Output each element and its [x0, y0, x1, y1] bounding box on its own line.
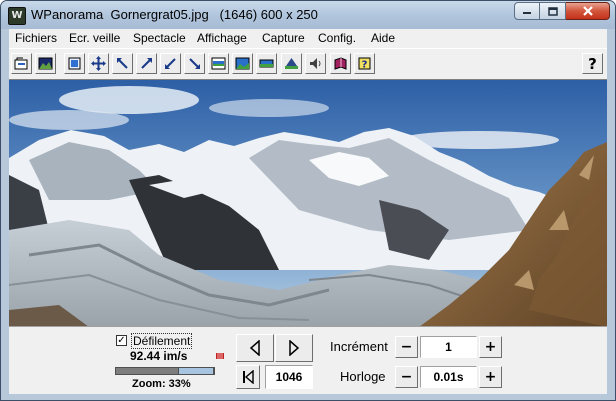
- landscape-button[interactable]: [281, 53, 302, 74]
- playback-controls: ✓ Défilement 92.44 im/s Zoom: 33% 1046 I…: [9, 326, 607, 394]
- menu-config[interactable]: Config.: [318, 31, 356, 45]
- caption-buttons: [514, 2, 610, 21]
- increment-value-field[interactable]: 1: [420, 336, 477, 358]
- panorama-image[interactable]: [9, 79, 607, 326]
- speaker-icon: [310, 58, 321, 69]
- shrink-bottom-left-button[interactable]: [160, 53, 181, 74]
- scroll-label[interactable]: Défilement: [131, 333, 193, 349]
- minimize-button[interactable]: [514, 2, 540, 20]
- book-button[interactable]: [330, 53, 351, 74]
- shrink-top-left-button[interactable]: [112, 53, 133, 74]
- landscape-icon: [285, 58, 298, 69]
- previous-button[interactable]: [236, 334, 274, 362]
- shrink-top-left-icon: [117, 58, 128, 69]
- minimize-icon: [523, 12, 531, 14]
- zoom-slider-thumb[interactable]: [178, 367, 214, 375]
- fit-window-icon: [68, 57, 81, 70]
- picture-button[interactable]: [35, 53, 56, 74]
- scroll-checkbox[interactable]: ✓: [116, 335, 127, 346]
- fit-window-button[interactable]: [64, 53, 85, 74]
- help-button[interactable]: ?: [582, 53, 603, 74]
- clock-increase-button[interactable]: +: [479, 366, 502, 388]
- menu-capture[interactable]: Capture: [262, 31, 305, 45]
- panorama-small-button[interactable]: [208, 53, 229, 74]
- next-button[interactable]: [275, 334, 313, 362]
- triangle-right-icon: [289, 340, 300, 356]
- clock-label: Horloge: [340, 369, 386, 384]
- increment-label: Incrément: [330, 339, 388, 354]
- menu-bar: Fichiers Ecr. veille Spectacle Affichage…: [9, 29, 607, 48]
- clock-value-field[interactable]: 0.01s: [420, 366, 477, 388]
- maximize-button[interactable]: [540, 2, 566, 20]
- triangle-left-icon: [249, 340, 260, 356]
- panorama-wide-icon: [259, 59, 274, 68]
- zoom-readout: Zoom: 33%: [132, 378, 191, 390]
- help-question-icon: ?: [588, 54, 597, 73]
- increment-increase-button[interactable]: +: [479, 336, 502, 358]
- expand-bottom-right-icon: [189, 58, 200, 69]
- expand-bottom-right-button[interactable]: [184, 53, 205, 74]
- book-icon: [334, 57, 347, 70]
- svg-text:?: ?: [362, 60, 368, 71]
- app-window: W WPanorama Gornergrat05.jpg (1646) 600 …: [0, 0, 616, 401]
- open-file-icon: [14, 57, 28, 70]
- increment-decrease-button[interactable]: −: [395, 336, 418, 358]
- mountain-panorama-picture: [9, 80, 607, 326]
- clock-decrease-button[interactable]: −: [395, 366, 418, 388]
- move-arrows-button[interactable]: [88, 53, 109, 74]
- panorama-medium-button[interactable]: [232, 53, 253, 74]
- expand-top-right-icon: [141, 58, 152, 69]
- window-title: WPanorama Gornergrat05.jpg (1646) 600 x …: [31, 7, 318, 22]
- expand-top-right-button[interactable]: [136, 53, 157, 74]
- maximize-icon: [547, 6, 558, 16]
- speed-readout: 92.44 im/s: [130, 349, 188, 363]
- open-file-button[interactable]: [11, 53, 32, 74]
- panorama-medium-icon: [235, 57, 250, 70]
- close-button[interactable]: [566, 2, 610, 20]
- picture-icon: [38, 57, 53, 70]
- first-image-button[interactable]: [236, 365, 260, 389]
- panorama-small-icon: [211, 57, 226, 70]
- panorama-wide-button[interactable]: [256, 53, 277, 74]
- speaker-button[interactable]: [305, 53, 326, 74]
- move-arrows-icon: [91, 56, 106, 71]
- close-icon: [582, 6, 593, 16]
- skip-to-start-icon: [243, 370, 254, 384]
- image-index-field[interactable]: 1046: [265, 365, 313, 389]
- help-book-button[interactable]: ?: [354, 53, 375, 74]
- menu-spectacle[interactable]: Spectacle: [133, 31, 186, 45]
- menu-aide[interactable]: Aide: [371, 31, 395, 45]
- speed-indicator-icon: [216, 353, 224, 359]
- help-book-icon: ?: [358, 57, 371, 71]
- zoom-slider[interactable]: [115, 367, 215, 375]
- menu-ecran-veille[interactable]: Ecr. veille: [69, 31, 120, 45]
- wpanorama-app-icon[interactable]: W: [8, 7, 26, 25]
- shrink-bottom-left-icon: [165, 58, 176, 69]
- toolbar: ? ?: [9, 48, 607, 80]
- menu-fichiers[interactable]: Fichiers: [15, 31, 57, 45]
- title-bar[interactable]: W WPanorama Gornergrat05.jpg (1646) 600 …: [1, 1, 615, 29]
- menu-affichage[interactable]: Affichage: [197, 31, 247, 45]
